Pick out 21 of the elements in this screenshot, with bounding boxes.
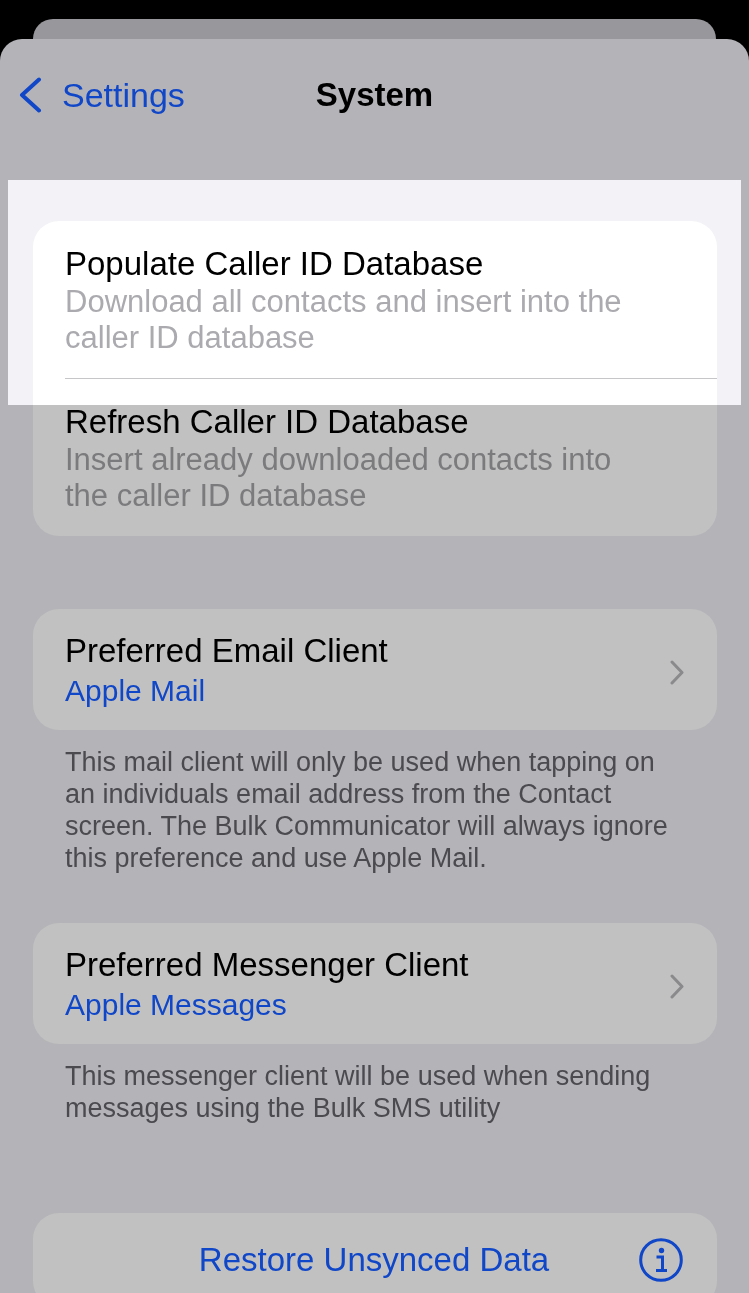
- section-footer: This mail client will only be used when tapping on an individuals email address from the Contact screen. The Bulk Communicator will always ignore this preference and use Apple Mail.: [65, 746, 680, 874]
- action-button[interactable]: Restore Unsynced Data: [33, 1213, 717, 1293]
- section-footer: This messenger client will be used when sending messages using the Bulk SMS utility: [65, 1060, 680, 1124]
- list-row[interactable]: Preferred Email Client Apple Mail: [33, 609, 717, 730]
- row-subtitle: Download all contacts and insert into the caller ID database: [65, 284, 623, 356]
- row-value: Apple Messages: [65, 987, 287, 1023]
- row-title: Preferred Messenger Client: [65, 948, 469, 982]
- row-title: Refresh Caller ID Database: [65, 405, 469, 439]
- chevron-right-icon: [670, 660, 684, 685]
- row-subtitle: Insert already downloaded contacts into the caller ID database: [65, 442, 613, 514]
- list-row[interactable]: Preferred Messenger Client Apple Messages: [33, 923, 717, 1044]
- row-value: Apple Mail: [65, 673, 206, 709]
- row-title: Populate Caller ID Database: [65, 247, 484, 281]
- list-row[interactable]: Refresh Caller ID Database Insert already downloaded contacts into the caller ID database: [33, 405, 717, 536]
- chevron-right-icon: [670, 974, 684, 999]
- info-icon[interactable]: [639, 1238, 683, 1282]
- row-title: Preferred Email Client: [65, 634, 388, 668]
- back-button[interactable]: Settings: [0, 75, 189, 115]
- nav-title: System: [315, 75, 434, 115]
- chevron-left-icon: [18, 77, 42, 113]
- list-row[interactable]: Populate Caller ID Database Download all contacts and insert into the caller ID database: [33, 221, 717, 405]
